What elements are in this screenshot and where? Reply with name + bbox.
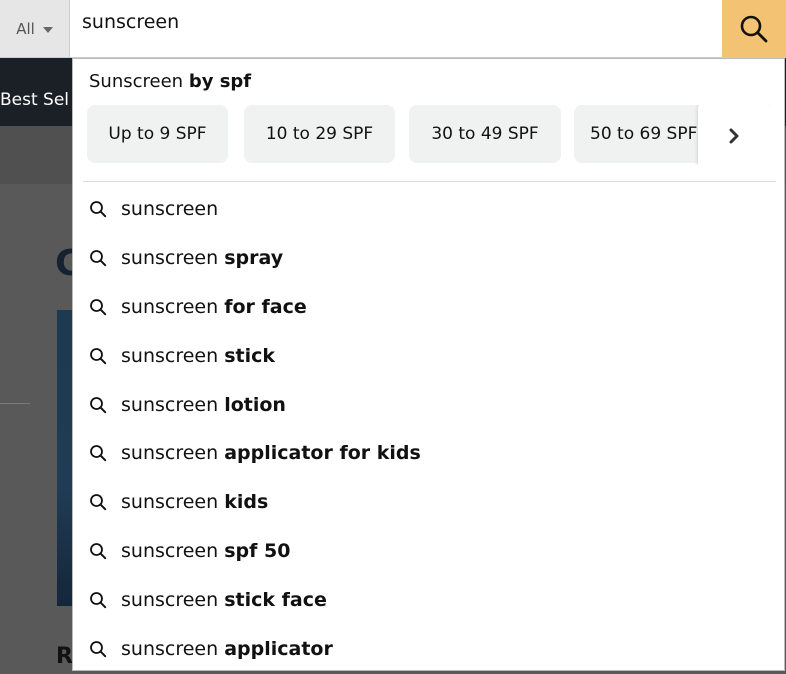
- suggestion-prefix: sunscreen: [121, 247, 219, 270]
- nav-link-best-sellers[interactable]: Best Sell: [0, 90, 70, 110]
- suggestion-prefix: sunscreen: [121, 198, 219, 221]
- search-icon: [87, 345, 109, 367]
- search-icon: [87, 394, 109, 416]
- chip-10-to-29-spf[interactable]: 10 to 29 SPF: [244, 105, 395, 163]
- search-icon: [87, 589, 109, 611]
- chevron-right-icon: [729, 128, 739, 144]
- search-icon: [87, 638, 109, 660]
- suggestion-completion: kids: [224, 491, 269, 514]
- spf-chip-row: Up to 9 SPF 10 to 29 SPF 30 to 49 SPF 50…: [87, 105, 770, 165]
- search-icon: [87, 247, 109, 269]
- suggestion-prefix: sunscreen: [121, 588, 219, 611]
- suggestion-completion: applicator: [224, 637, 333, 660]
- search-bar: All: [0, 0, 786, 58]
- search-suggestions-dropdown: Sunscreen by spf Up to 9 SPF 10 to 29 SP…: [72, 58, 785, 671]
- suggestion-item[interactable]: sunscreen applicator for kids: [73, 429, 784, 478]
- magnifier-icon: [740, 15, 768, 42]
- suggestion-completion: stick: [224, 344, 276, 367]
- suggestion-prefix: sunscreen: [121, 539, 219, 562]
- suggestion-completion: spray: [224, 247, 284, 270]
- chip-next-button[interactable]: [698, 105, 770, 165]
- caret-down-icon: [42, 26, 53, 33]
- suggestion-item[interactable]: sunscreen lotion: [73, 380, 784, 429]
- widget-title-prefix: Sunscreen: [89, 71, 184, 92]
- suggestion-prefix: sunscreen: [121, 442, 219, 465]
- suggestion-completion: spf 50: [224, 539, 291, 562]
- background-divider: [0, 403, 30, 404]
- chip-30-to-49-spf[interactable]: 30 to 49 SPF: [409, 105, 561, 163]
- suggestion-item[interactable]: sunscreen spf 50: [73, 527, 784, 576]
- suggestion-list: sunscreen sunscreen spray sunscreen for …: [73, 185, 784, 670]
- search-icon: [87, 296, 109, 318]
- suggestion-item[interactable]: sunscreen kids: [73, 478, 784, 527]
- search-icon: [87, 442, 109, 464]
- suggestion-prefix: sunscreen: [121, 344, 219, 367]
- suggestion-prefix: sunscreen: [121, 393, 219, 416]
- search-scope-label: All: [16, 19, 35, 38]
- search-icon: [87, 491, 109, 513]
- suggestion-item[interactable]: sunscreen stick: [73, 331, 784, 380]
- suggestion-prefix: sunscreen: [121, 637, 219, 660]
- spf-widget-title: Sunscreen by spf: [89, 71, 251, 92]
- widget-divider: [83, 181, 776, 182]
- suggestion-item[interactable]: sunscreen applicator: [73, 624, 784, 670]
- search-icon: [87, 198, 109, 220]
- search-scope-dropdown[interactable]: All: [0, 0, 70, 57]
- suggestion-item[interactable]: sunscreen: [73, 185, 784, 234]
- suggestion-completion: for face: [224, 295, 307, 318]
- chip-up-to-9-spf[interactable]: Up to 9 SPF: [87, 105, 228, 163]
- suggestion-completion: stick face: [224, 588, 327, 611]
- suggestion-completion: lotion: [224, 393, 286, 416]
- widget-title-bold: by spf: [188, 71, 252, 92]
- suggestion-item[interactable]: sunscreen stick face: [73, 575, 784, 624]
- search-button[interactable]: [722, 0, 786, 57]
- search-input[interactable]: [70, 0, 722, 57]
- suggestion-item[interactable]: sunscreen spray: [73, 234, 784, 283]
- suggestion-prefix: sunscreen: [121, 491, 219, 514]
- suggestion-completion: applicator for kids: [224, 442, 421, 465]
- search-icon: [87, 540, 109, 562]
- suggestion-item[interactable]: sunscreen for face: [73, 283, 784, 332]
- suggestion-prefix: sunscreen: [121, 295, 219, 318]
